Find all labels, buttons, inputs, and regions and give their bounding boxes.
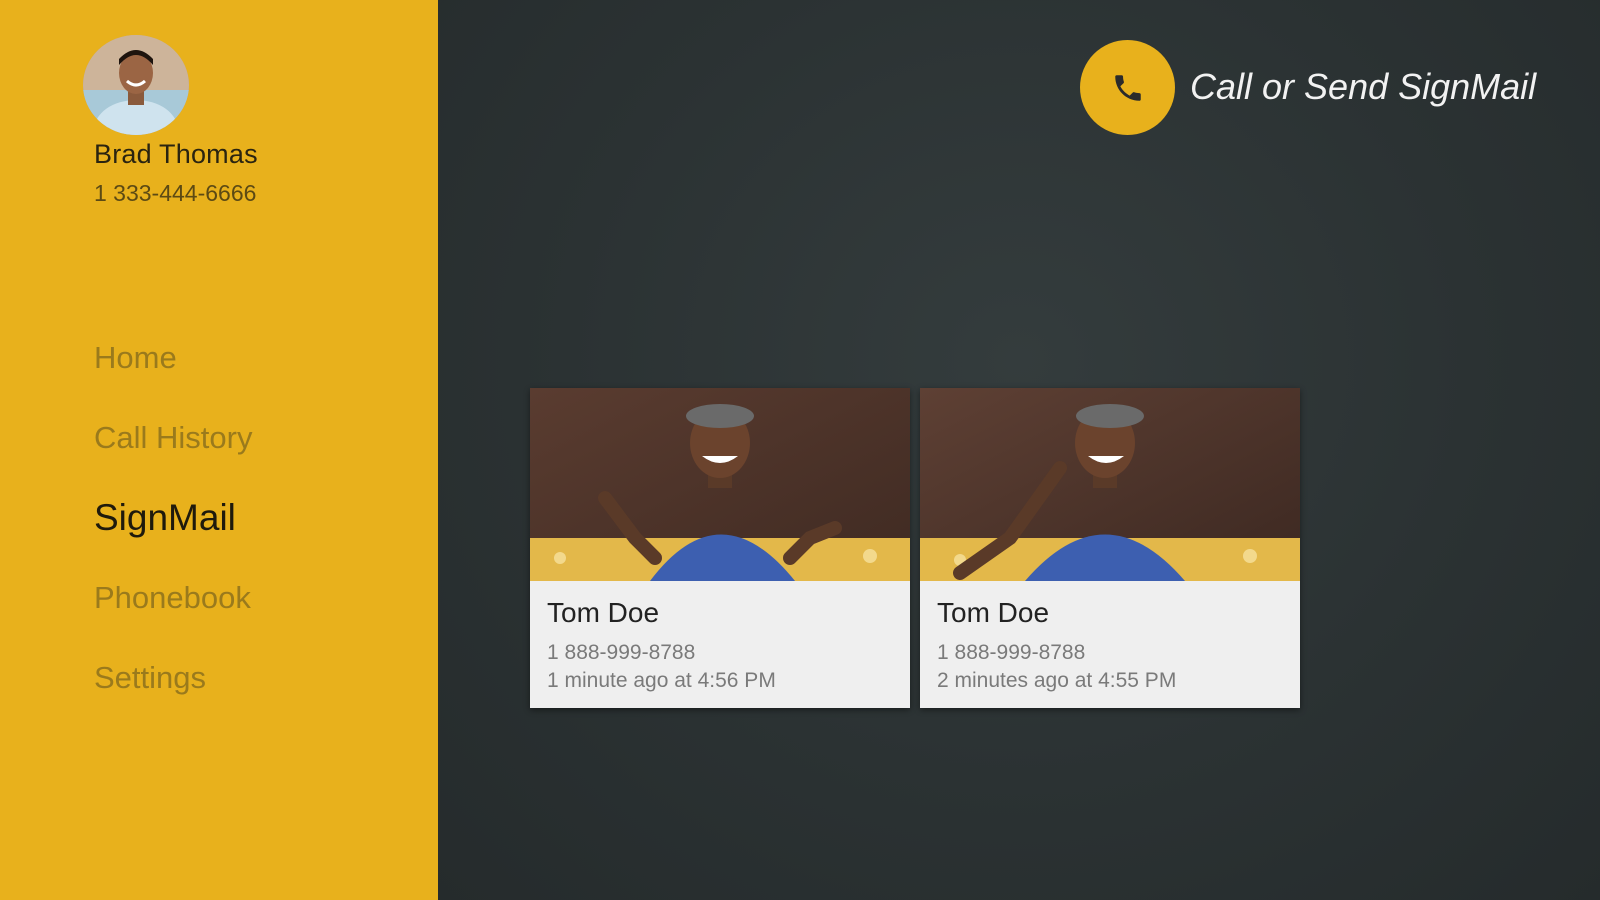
signmail-card[interactable]: Tom Doe 1 888-999-8788 2 minutes ago at …: [920, 388, 1300, 708]
call-button[interactable]: [1080, 40, 1175, 135]
sidebar: Brad Thomas 1 333-444-6666 Home Call His…: [0, 0, 438, 900]
nav-item-signmail[interactable]: SignMail: [94, 497, 236, 539]
call-label[interactable]: Call or Send SignMail: [1190, 66, 1536, 108]
nav-item-call-history[interactable]: Call History: [94, 420, 252, 456]
signmail-caller-phone: 1 888-999-8788: [547, 641, 696, 664]
nav-item-settings[interactable]: Settings: [94, 660, 206, 696]
signmail-thumbnail: [530, 388, 910, 581]
nav-item-phonebook[interactable]: Phonebook: [94, 580, 251, 616]
user-avatar[interactable]: [83, 35, 189, 135]
signmail-card[interactable]: Tom Doe 1 888-999-8788 1 minute ago at 4…: [530, 388, 910, 708]
user-avatar-image: [83, 35, 189, 135]
signmail-caller-name: Tom Doe: [937, 597, 1050, 628]
signmail-thumbnail: [920, 388, 1300, 581]
signmail-time: 2 minutes ago at 4:55 PM: [937, 669, 1177, 692]
nav-item-home[interactable]: Home: [94, 340, 177, 376]
user-phone: 1 333-444-6666: [94, 180, 257, 206]
signmail-caller-phone: 1 888-999-8788: [937, 641, 1086, 664]
signmail-time: 1 minute ago at 4:56 PM: [547, 669, 776, 692]
phone-icon: [1114, 74, 1141, 101]
user-name: Brad Thomas: [94, 139, 258, 169]
signmail-caller-name: Tom Doe: [547, 597, 660, 628]
